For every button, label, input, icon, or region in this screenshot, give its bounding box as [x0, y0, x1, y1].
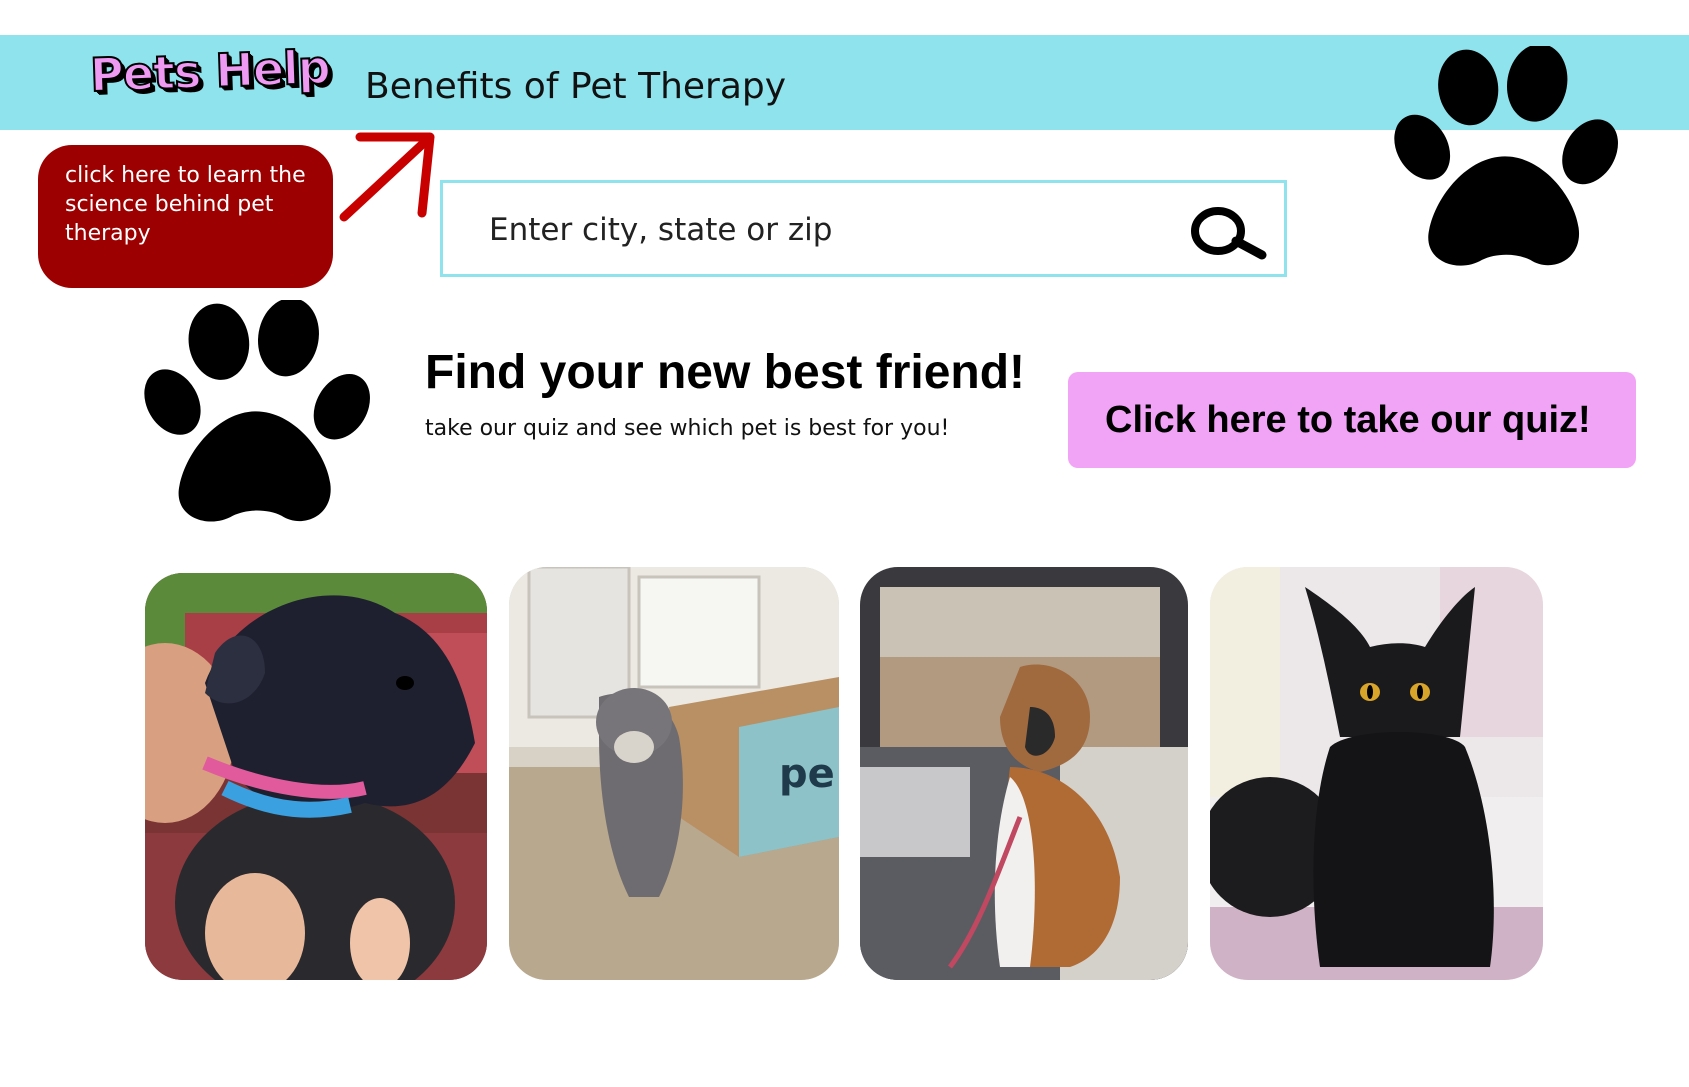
callout-bubble: click here to learn the science behind p… [38, 145, 333, 288]
pet-photo-gray-cat[interactable]: pe [509, 567, 839, 980]
svg-text:pe: pe [779, 751, 835, 797]
search-icon[interactable] [1188, 201, 1270, 263]
arrow-icon [339, 132, 435, 222]
pet-photo-puppy[interactable] [145, 573, 487, 980]
logo[interactable]: Pets Help [88, 39, 331, 103]
paw-print-icon [144, 300, 370, 522]
take-quiz-button[interactable]: Click here to take our quiz! [1068, 372, 1636, 468]
search-box [440, 180, 1287, 277]
hero-subline: take our quiz and see which pet is best … [425, 416, 950, 441]
nav-link-benefits[interactable]: Benefits of Pet Therapy [365, 66, 786, 107]
hero-headline: Find your new best friend! [425, 346, 1026, 399]
page: Pets Help Benefits of Pet Therapy click … [0, 0, 1689, 1087]
search-input[interactable] [487, 183, 1171, 276]
pet-photo-boxer-dog[interactable] [860, 567, 1188, 980]
paw-print-icon [1394, 46, 1618, 266]
pet-photo-black-kitten[interactable] [1210, 567, 1543, 980]
